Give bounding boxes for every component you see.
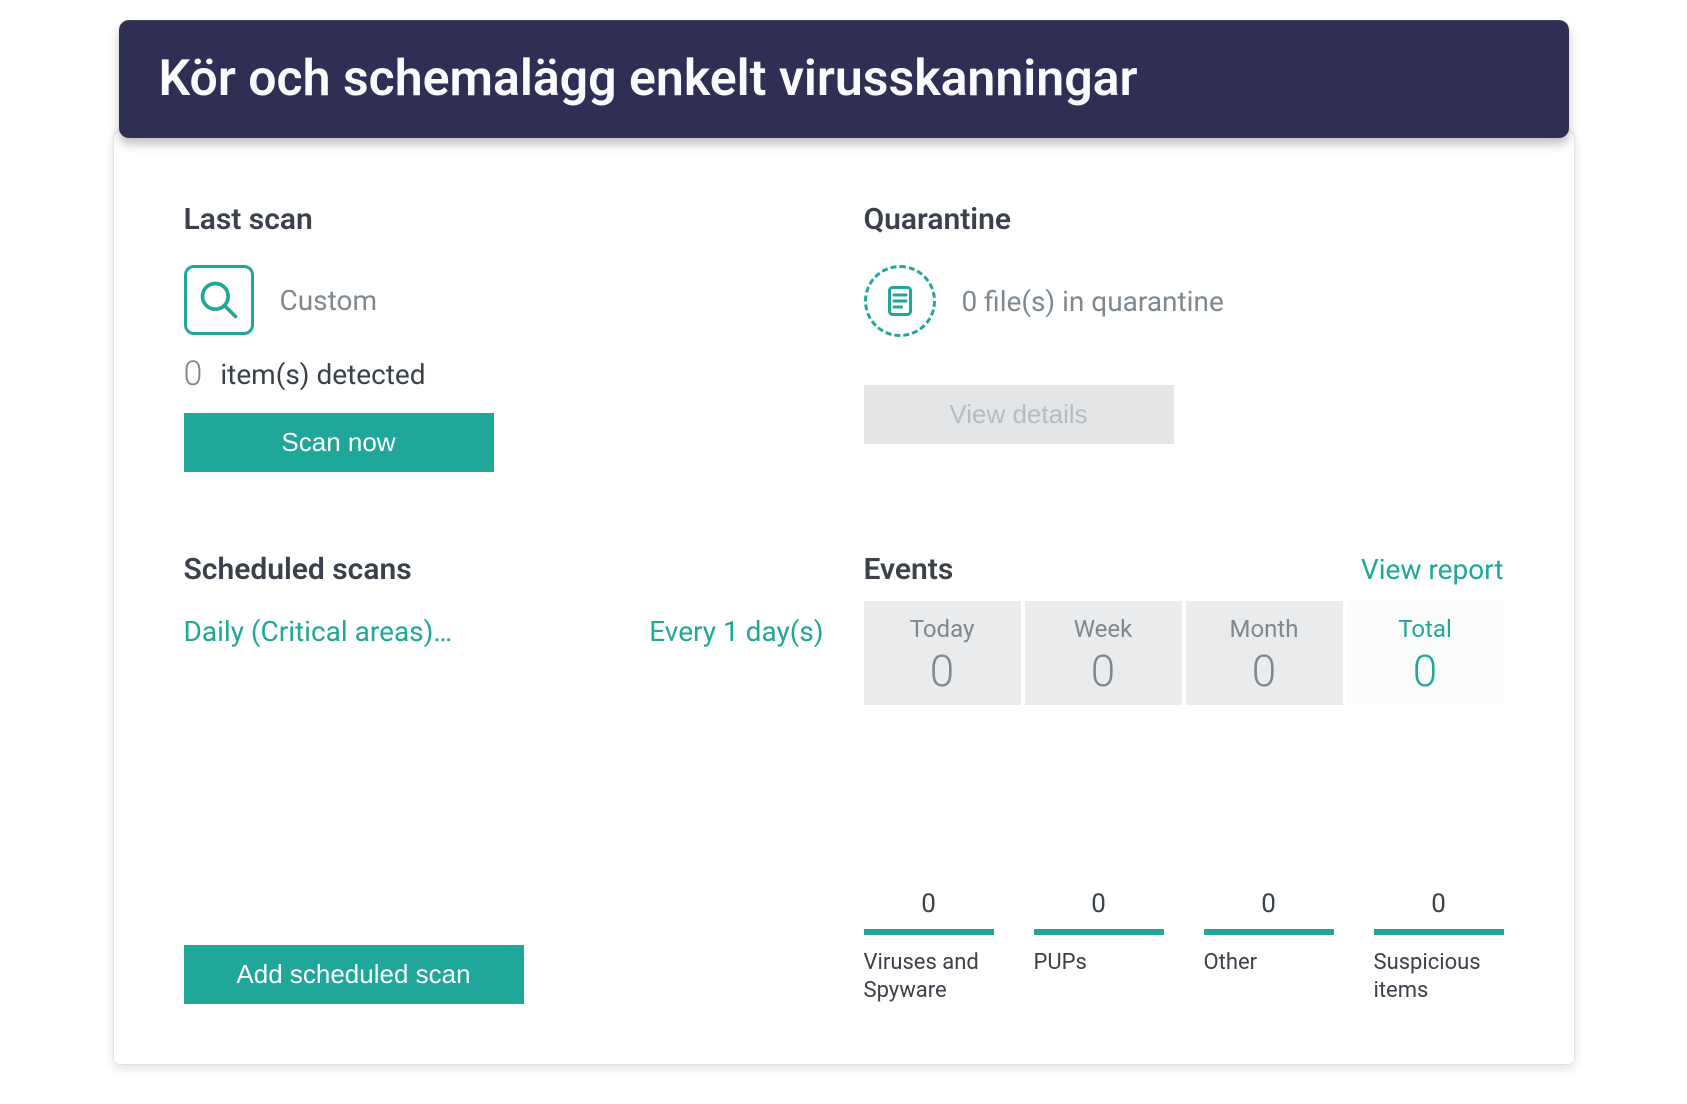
events-week-cell[interactable]: Week 0 bbox=[1025, 601, 1182, 705]
quarantine-section: Quarantine 0 file(s) in quarantine View … bbox=[864, 202, 1504, 472]
bar-icon bbox=[864, 929, 994, 935]
category-label: Viruses and Spyware bbox=[864, 949, 994, 1004]
category-value: 0 bbox=[1374, 889, 1504, 919]
main-panel: Last scan Custom 0 item(s) detected Scan… bbox=[114, 132, 1574, 1064]
scan-now-button[interactable]: Scan now bbox=[184, 413, 494, 472]
last-scan-heading: Last scan bbox=[184, 202, 824, 237]
events-label: Total bbox=[1347, 615, 1504, 643]
scheduled-item-freq: Every 1 day(s) bbox=[649, 615, 823, 648]
page-banner: Kör och schemalägg enkelt virusskanninga… bbox=[119, 20, 1569, 138]
view-details-button: View details bbox=[864, 385, 1174, 444]
last-scan-type: Custom bbox=[280, 284, 378, 317]
events-section: Events View report Today 0 Week 0 Month … bbox=[864, 552, 1504, 705]
events-label: Today bbox=[864, 615, 1021, 643]
events-value: 0 bbox=[864, 649, 1021, 693]
bar-icon bbox=[1034, 929, 1164, 935]
scheduled-item-name: Daily (Critical areas)… bbox=[184, 615, 453, 648]
events-month-cell[interactable]: Month 0 bbox=[1186, 601, 1343, 705]
events-value: 0 bbox=[1347, 649, 1504, 693]
events-categories: 0 Viruses and Spyware 0 PUPs 0 Other bbox=[864, 889, 1504, 1004]
bar-icon bbox=[1374, 929, 1504, 935]
events-heading: Events bbox=[864, 552, 954, 587]
category-other: 0 Other bbox=[1204, 889, 1334, 1004]
events-label: Week bbox=[1025, 615, 1182, 643]
events-today-cell[interactable]: Today 0 bbox=[864, 601, 1021, 705]
add-scheduled-scan-button[interactable]: Add scheduled scan bbox=[184, 945, 524, 1004]
category-label: Suspicious items bbox=[1374, 949, 1504, 1004]
view-report-link[interactable]: View report bbox=[1361, 553, 1504, 586]
magnify-icon bbox=[184, 265, 254, 335]
scheduled-heading: Scheduled scans bbox=[184, 552, 824, 587]
category-pups: 0 PUPs bbox=[1034, 889, 1164, 1004]
scheduled-item[interactable]: Daily (Critical areas)… Every 1 day(s) bbox=[184, 615, 824, 648]
category-viruses: 0 Viruses and Spyware bbox=[864, 889, 994, 1004]
detected-row: 0 item(s) detected bbox=[184, 357, 824, 391]
category-suspicious: 0 Suspicious items bbox=[1374, 889, 1504, 1004]
quarantine-status: 0 file(s) in quarantine bbox=[962, 285, 1224, 318]
events-period-grid: Today 0 Week 0 Month 0 Total 0 bbox=[864, 601, 1504, 705]
category-value: 0 bbox=[1204, 889, 1334, 919]
last-scan-section: Last scan Custom 0 item(s) detected Scan… bbox=[184, 202, 824, 472]
events-total-cell[interactable]: Total 0 bbox=[1347, 601, 1504, 705]
bar-icon bbox=[1204, 929, 1334, 935]
detected-count: 0 bbox=[184, 357, 203, 391]
events-value: 0 bbox=[1186, 649, 1343, 693]
category-value: 0 bbox=[864, 889, 994, 919]
category-label: PUPs bbox=[1034, 949, 1164, 977]
category-label: Other bbox=[1204, 949, 1334, 977]
document-icon bbox=[864, 265, 936, 337]
scheduled-section: Scheduled scans Daily (Critical areas)… … bbox=[184, 552, 824, 705]
quarantine-heading: Quarantine bbox=[864, 202, 1504, 237]
banner-title: Kör och schemalägg enkelt virusskanninga… bbox=[159, 50, 1138, 108]
events-label: Month bbox=[1186, 615, 1343, 643]
category-value: 0 bbox=[1034, 889, 1164, 919]
detected-suffix: item(s) detected bbox=[220, 358, 425, 391]
events-value: 0 bbox=[1025, 649, 1182, 693]
